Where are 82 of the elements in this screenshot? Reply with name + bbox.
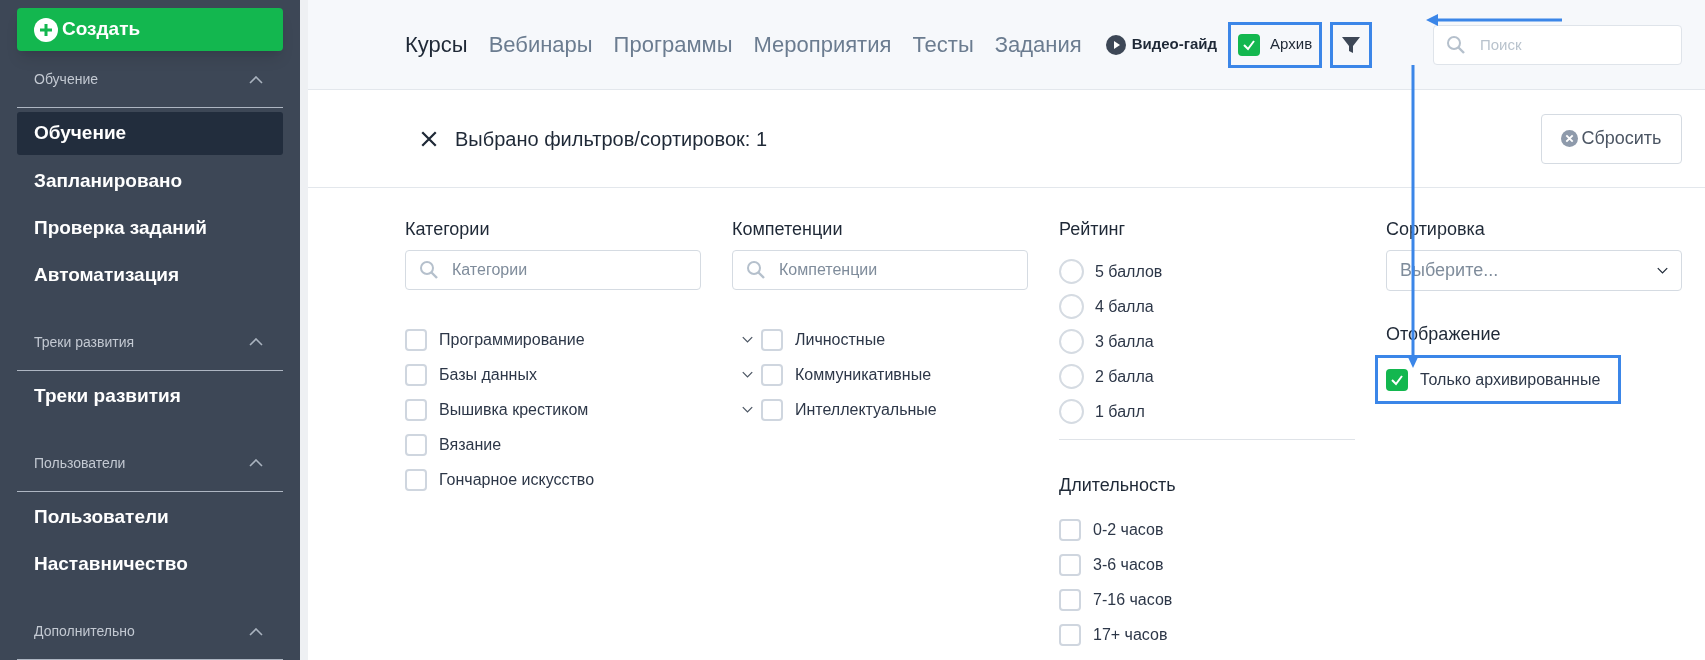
search-field[interactable]: Категории	[405, 250, 701, 290]
section-header: Дополнительно	[34, 622, 135, 642]
sidebar-item[interactable]: Обучение	[17, 112, 283, 156]
checkbox[interactable]	[1059, 623, 1081, 646]
option-label: 0-2 часов	[1093, 519, 1164, 540]
funnel-icon	[1341, 34, 1362, 55]
section-header: Пользователи	[34, 453, 126, 473]
checkbox[interactable]	[405, 363, 427, 386]
filter-heading: Рейтинг	[1059, 218, 1127, 240]
checkbox[interactable]	[761, 328, 783, 351]
sidebar-item[interactable]: Пользователи	[17, 495, 283, 539]
radio-button[interactable]	[1059, 399, 1084, 424]
checkbox[interactable]	[1238, 33, 1261, 56]
option-label: Гончарное искусство	[439, 469, 595, 490]
search-icon	[419, 260, 439, 280]
option-label: Вышивка крестиком	[439, 399, 589, 420]
nav-tab[interactable]: Курсы	[405, 28, 468, 61]
nav-tab[interactable]: Программы	[613, 28, 733, 61]
checkbox[interactable]	[1059, 588, 1081, 611]
section-header: Треки развития	[34, 332, 135, 352]
filter-button[interactable]	[1330, 21, 1373, 68]
option-label: 3-6 часов	[1093, 554, 1164, 575]
option-label: 7-16 часов	[1093, 589, 1173, 610]
close-icon[interactable]	[420, 129, 438, 148]
search-field[interactable]: Поиск	[1433, 24, 1682, 65]
checkbox[interactable]	[1059, 518, 1081, 541]
chevron-down-icon[interactable]	[742, 371, 753, 378]
option-label: 17+ часов	[1093, 624, 1168, 645]
radio-button[interactable]	[1059, 259, 1084, 284]
sidebar-item[interactable]: Проверка заданий	[17, 206, 283, 250]
checkbox-label: Только архивированные	[1420, 369, 1601, 390]
radio-button[interactable]	[1059, 294, 1084, 319]
nav-tab[interactable]: Задания	[994, 28, 1082, 61]
checkbox[interactable]	[405, 398, 427, 421]
option-label: 4 балла	[1095, 296, 1154, 317]
sidebar-item[interactable]: Наставничество	[17, 542, 283, 587]
chevron-down-icon	[1657, 267, 1668, 274]
checkbox[interactable]	[405, 468, 427, 491]
reset-button[interactable]: Сбросить	[1541, 113, 1682, 164]
option-label: 1 балл	[1095, 401, 1145, 422]
option-label: 2 балла	[1095, 366, 1154, 387]
option-label: 5 баллов	[1095, 261, 1163, 282]
video-guide-link[interactable]: Видео-гайд	[1105, 33, 1218, 56]
option-label: Вязание	[439, 434, 502, 455]
play-icon	[1105, 34, 1126, 55]
checkbox[interactable]	[761, 363, 783, 386]
clear-icon	[1561, 130, 1579, 147]
chevron-up-icon[interactable]	[249, 459, 263, 468]
chevron-up-icon[interactable]	[249, 338, 263, 347]
checkbox-label: Архив	[1270, 34, 1313, 55]
sidebar-item[interactable]: Запланировано	[17, 159, 283, 203]
checkbox[interactable]	[405, 328, 427, 351]
checkbox[interactable]	[1386, 368, 1408, 391]
checkbox[interactable]	[405, 433, 427, 456]
nav-tab[interactable]: Вебинары	[488, 28, 593, 61]
section-header: Обучение	[34, 70, 99, 90]
option-label: 3 балла	[1095, 331, 1154, 352]
radio-button[interactable]	[1059, 364, 1084, 389]
sidebar-item[interactable]: Автоматизация	[17, 253, 283, 297]
option-label: Личностные	[795, 329, 886, 350]
chevron-down-icon[interactable]	[742, 336, 753, 343]
sidebar-item[interactable]: Треки развития	[17, 374, 283, 418]
plus-icon	[34, 17, 58, 42]
radio-button[interactable]	[1059, 329, 1084, 354]
search-icon	[1446, 34, 1466, 55]
chevron-up-icon[interactable]	[249, 627, 263, 636]
filter-heading: Компетенции	[732, 218, 844, 240]
search-field[interactable]: Компетенции	[732, 250, 1028, 290]
filter-summary: Выбрано фильтров/сортировок: 1	[455, 126, 767, 152]
option-label: Коммуникативные	[795, 364, 932, 385]
option-label: Интеллектуальные	[795, 399, 937, 420]
chevron-down-icon[interactable]	[742, 406, 753, 413]
filter-heading: Длительность	[1059, 474, 1177, 496]
chevron-up-icon[interactable]	[249, 75, 263, 84]
nav-tab[interactable]: Мероприятия	[753, 28, 892, 61]
option-label: Программирование	[439, 329, 585, 350]
filter-heading: Категории	[405, 218, 491, 240]
nav-tab[interactable]: Тесты	[912, 28, 974, 61]
option-label: Базы данных	[439, 364, 537, 385]
checkbox[interactable]	[761, 398, 783, 421]
search-icon	[746, 260, 766, 280]
checkbox[interactable]	[1059, 553, 1081, 576]
